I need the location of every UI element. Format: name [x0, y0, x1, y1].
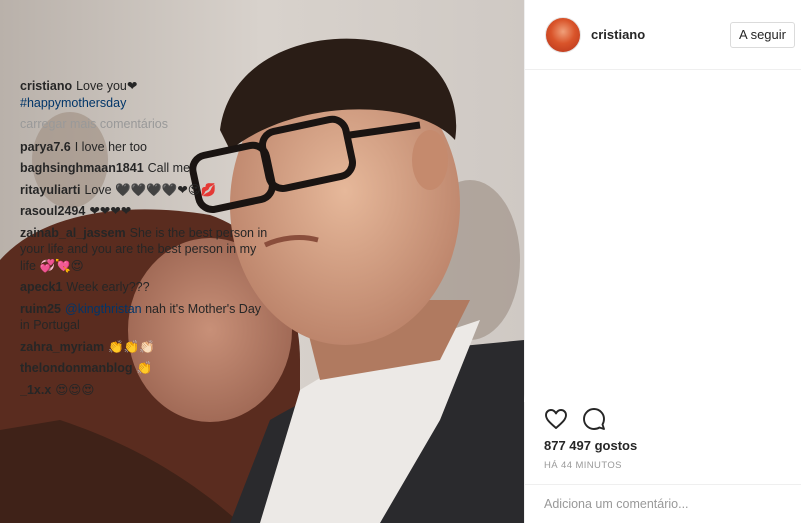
comment-username[interactable]: zahra_myriam: [20, 340, 104, 354]
post-actions: [544, 407, 606, 431]
comment-text: 👏👏👏🏻: [108, 339, 155, 354]
comment-item: baghsinghmaan1841 Call me: [20, 160, 270, 177]
comment-mention[interactable]: @kingthristan: [65, 302, 142, 316]
comment-username[interactable]: _1x.x: [20, 383, 51, 397]
comment-item: apeck1 Week early???: [20, 279, 270, 296]
comment-bubble-icon[interactable]: [582, 407, 606, 431]
header-username[interactable]: cristiano: [591, 27, 730, 42]
comment-item: ruim25 @kingthristan nah it's Mother's Da…: [20, 301, 270, 334]
caption-username[interactable]: cristiano: [20, 79, 72, 93]
comment-text: ❤❤❤❤: [89, 204, 132, 218]
comments-fade: [524, 394, 800, 402]
add-comment-bar: [524, 484, 801, 523]
comment-item: ritayuliarti Love 🖤🖤🖤🖤❤😍💋: [20, 182, 270, 199]
avatar[interactable]: [545, 16, 581, 53]
comment-text: 😍😍😍: [55, 382, 95, 397]
comment-username[interactable]: ruim25: [20, 302, 61, 316]
comment-item: _1x.x 😍😍😍: [20, 382, 270, 397]
add-comment-input[interactable]: [544, 497, 774, 511]
comment-text: Call me: [147, 161, 191, 175]
comment-username[interactable]: thelondonmanblog: [20, 361, 132, 375]
comment-item: parya7.6 I love her too: [20, 139, 270, 156]
comment-username[interactable]: parya7.6: [20, 140, 71, 154]
comment-item: rasoul2494 ❤❤❤❤: [20, 203, 270, 220]
comment-username[interactable]: zainab_al_jassem: [20, 226, 126, 240]
comment-username[interactable]: rasoul2494: [20, 204, 85, 218]
comment-item: thelondonmanblog 👏: [20, 360, 270, 377]
comment-text: 👏: [136, 361, 153, 375]
comment-text: I love her too: [74, 139, 147, 154]
follow-button[interactable]: A seguir: [730, 21, 795, 48]
heart-icon[interactable]: [544, 407, 568, 431]
post-header: cristiano A seguir: [525, 0, 801, 70]
load-more-comments-link[interactable]: carregar mais comentários: [20, 116, 270, 133]
caption: cristiano Love you❤ #happymothersday: [20, 78, 270, 111]
comment-item: zainab_al_jassem She is the best person i…: [20, 225, 270, 275]
post-timestamp[interactable]: HÁ 44 MINUTOS: [544, 460, 622, 471]
comments-list: cristiano Love you❤ #happymothersday carr…: [20, 78, 270, 396]
comment-item: zahra_myriam 👏👏👏🏻: [20, 339, 270, 356]
caption-hashtag[interactable]: #happymothersday: [20, 95, 270, 112]
likes-count[interactable]: 877 497 gostos: [544, 438, 637, 453]
comment-username[interactable]: baghsinghmaan1841: [20, 161, 144, 175]
comment-username[interactable]: ritayuliarti: [20, 183, 80, 197]
comment-username[interactable]: apeck1: [20, 280, 62, 294]
comment-text: Week early???: [66, 280, 150, 294]
caption-text: Love you❤: [76, 79, 138, 93]
comment-text: Love 🖤🖤🖤🖤❤😍💋: [84, 182, 217, 197]
